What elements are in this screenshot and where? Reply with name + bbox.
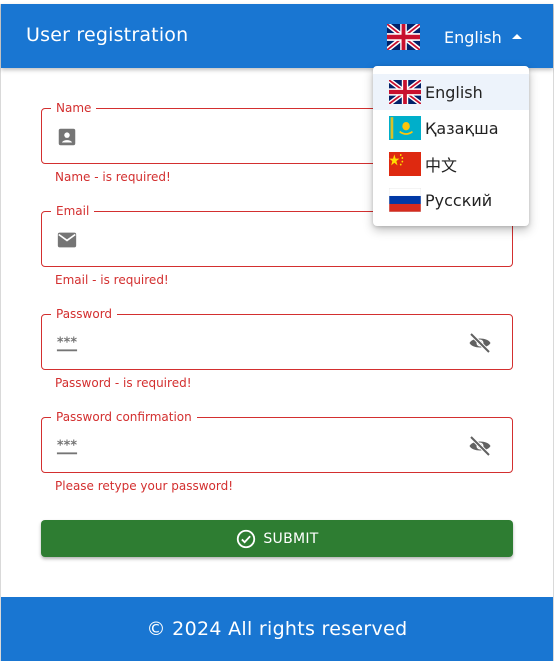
- password-input[interactable]: [92, 325, 452, 359]
- svg-text:***: ***: [57, 336, 77, 351]
- name-error: Name - is required!: [55, 170, 171, 184]
- language-option-label: English: [425, 82, 483, 102]
- password-confirmation-label: Password confirmation: [51, 409, 197, 425]
- china-flag-icon: [389, 152, 421, 176]
- person-card-icon: [58, 128, 76, 146]
- submit-label: SUBMIT: [263, 530, 319, 547]
- password-confirmation-input[interactable]: [92, 428, 452, 462]
- visibility-off-icon[interactable]: [468, 331, 492, 355]
- app-bar: User registration English: [1, 4, 553, 68]
- email-label: Email: [51, 203, 95, 219]
- current-language-label: English: [444, 27, 502, 47]
- svg-text:***: ***: [57, 439, 77, 454]
- password-icon: ***: [56, 439, 77, 455]
- password-icon: ***: [56, 336, 77, 352]
- language-option-english[interactable]: English: [373, 74, 529, 110]
- password-error: Password - is required!: [55, 376, 192, 390]
- password-field[interactable]: Password ***: [41, 306, 513, 370]
- russia-flag-icon: [389, 188, 421, 212]
- check-circle-icon: [237, 529, 256, 548]
- page-title: User registration: [26, 24, 189, 46]
- name-label: Name: [51, 100, 97, 116]
- uk-flag-icon: [389, 80, 421, 104]
- language-option-label: 中文: [425, 156, 458, 175]
- copyright-text: © 2024 All rights reserved: [146, 618, 408, 640]
- language-option-russian[interactable]: Русский: [373, 182, 529, 218]
- password-confirmation-field[interactable]: Password confirmation ***: [41, 409, 513, 473]
- password-confirmation-error: Please retype your password!: [55, 479, 234, 493]
- language-menu: English Қазақша 中文 Русский: [373, 66, 529, 226]
- uk-flag-icon: [387, 24, 420, 50]
- language-option-chinese[interactable]: 中文: [373, 146, 529, 182]
- kazakhstan-flag-icon: [389, 116, 421, 140]
- language-selector-button[interactable]: English: [387, 22, 522, 52]
- language-option-label: Русский: [425, 190, 493, 210]
- language-option-kazakh[interactable]: Қазақша: [373, 110, 529, 146]
- language-option-label: Қазақша: [425, 118, 499, 138]
- visibility-off-icon[interactable]: [468, 434, 492, 458]
- email-error: Email - is required!: [55, 273, 169, 287]
- mail-icon: [57, 232, 77, 248]
- caret-up-icon: [511, 33, 522, 39]
- footer: © 2024 All rights reserved: [1, 597, 553, 661]
- submit-button[interactable]: SUBMIT: [41, 520, 513, 557]
- password-label: Password: [51, 306, 118, 322]
- email-input[interactable]: [92, 222, 452, 256]
